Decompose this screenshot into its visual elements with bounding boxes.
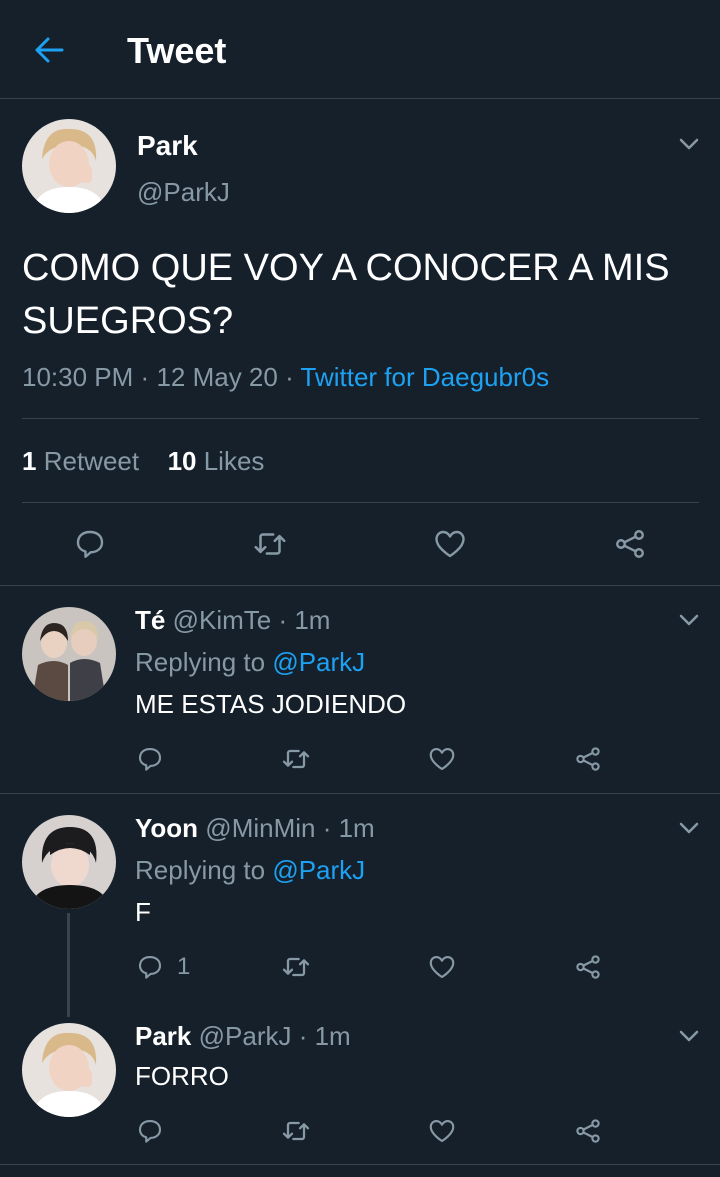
reply-button[interactable] — [130, 947, 170, 987]
reply-count: 1 — [177, 953, 191, 980]
share-icon — [576, 1119, 600, 1143]
more-options-button[interactable] — [678, 133, 700, 155]
comment-icon — [138, 1119, 162, 1143]
heart-icon — [429, 1119, 455, 1143]
avatar[interactable] — [22, 1023, 116, 1117]
tweet-stats: 1 Retweet 10 Likes — [22, 446, 264, 477]
retweet-icon — [282, 957, 310, 977]
replying-to-label: Replying to — [135, 855, 266, 885]
thread-line — [67, 913, 70, 1017]
avatar[interactable] — [22, 815, 116, 909]
chevron-down-icon — [679, 138, 699, 150]
like-button[interactable] — [422, 739, 462, 779]
reply-header: Park @ParkJ · 1m — [135, 1021, 351, 1052]
heart-icon — [435, 530, 465, 558]
header-divider — [0, 98, 720, 99]
back-button[interactable] — [28, 30, 68, 70]
share-icon — [616, 530, 644, 558]
retweet-button[interactable] — [276, 947, 316, 987]
replying-to-link[interactable]: @ParkJ — [272, 855, 365, 885]
chevron-down-icon — [679, 1030, 699, 1042]
reply-header: Té @KimTe · 1m — [135, 605, 330, 636]
comment-icon — [138, 955, 162, 979]
share-button[interactable] — [610, 524, 650, 564]
likes-stat[interactable]: 10 Likes — [168, 446, 265, 476]
share-icon — [576, 955, 600, 979]
share-icon — [576, 747, 600, 771]
page-title: Tweet — [127, 30, 227, 71]
likes-count: 10 — [167, 446, 197, 476]
main-tweet-divider — [0, 585, 720, 586]
tweet-source-link[interactable]: Twitter for Daegubr0s — [301, 362, 550, 392]
meta-divider — [22, 418, 699, 419]
reply-button[interactable] — [70, 524, 110, 564]
reply-author-name[interactable]: Yoon — [135, 813, 198, 843]
heart-icon — [429, 955, 455, 979]
retweet-button[interactable] — [250, 524, 290, 564]
share-button[interactable] — [568, 739, 608, 779]
retweet-stat[interactable]: 1 Retweet — [22, 446, 139, 476]
like-button[interactable] — [422, 1111, 462, 1151]
reply-time: · 1m — [298, 1021, 351, 1051]
avatar[interactable] — [22, 119, 116, 213]
reply-author-name[interactable]: Té — [135, 605, 165, 635]
replying-to: Replying to @ParkJ — [135, 855, 365, 886]
tweet-time: 10:30 PM — [22, 362, 134, 392]
retweet-button[interactable] — [276, 739, 316, 779]
reply-divider — [0, 793, 720, 794]
comment-icon — [76, 530, 104, 558]
comment-icon — [138, 747, 162, 771]
bottom-divider — [0, 1164, 720, 1165]
tweet-text: COMO QUE VOY A CONOCER A MIS SUEGROS? — [22, 247, 670, 342]
like-button[interactable] — [422, 947, 462, 987]
heart-icon — [429, 747, 455, 771]
chevron-down-icon — [679, 822, 699, 834]
reply-time: · 1m — [322, 813, 375, 843]
reply-button[interactable] — [130, 1111, 170, 1151]
retweet-label: Retweet — [43, 446, 140, 476]
retweet-count: 1 — [22, 446, 37, 476]
meta-separator: · — [140, 362, 150, 392]
more-options-button[interactable] — [678, 817, 700, 839]
more-options-button[interactable] — [678, 1025, 700, 1047]
reply-text: ME ESTAS JODIENDO — [135, 689, 407, 719]
avatar[interactable] — [22, 607, 116, 701]
more-options-button[interactable] — [678, 609, 700, 631]
reply-header: Yoon @MinMin · 1m — [135, 813, 375, 844]
retweet-icon — [254, 533, 286, 555]
reply-text: FORRO — [135, 1061, 229, 1091]
share-button[interactable] — [568, 1111, 608, 1151]
reply-author-name[interactable]: Park — [135, 1021, 191, 1051]
likes-label: Likes — [203, 446, 265, 476]
replying-to-link[interactable]: @ParkJ — [272, 647, 365, 677]
reply-author-handle[interactable]: @KimTe — [173, 605, 272, 635]
arrow-left-icon — [35, 37, 64, 63]
reply-time: · 1m — [278, 605, 331, 635]
reply-button[interactable] — [130, 739, 170, 779]
retweet-icon — [282, 1121, 310, 1141]
reply-author-handle[interactable]: @MinMin — [205, 813, 315, 843]
retweet-button[interactable] — [276, 1111, 316, 1151]
reply-author-handle[interactable]: @ParkJ — [199, 1021, 292, 1051]
stats-divider — [22, 502, 699, 503]
chevron-down-icon — [679, 614, 699, 626]
retweet-icon — [282, 749, 310, 769]
tweet-meta: 10:30 PM · 12 May 20 · Twitter for Daegu… — [22, 362, 549, 393]
author-handle[interactable]: @ParkJ — [137, 177, 230, 208]
author-name[interactable]: Park — [137, 130, 198, 162]
replying-to-label: Replying to — [135, 647, 266, 677]
meta-separator: · — [285, 362, 294, 392]
like-button[interactable] — [430, 524, 470, 564]
reply-text: F — [135, 897, 151, 927]
tweet-date: 12 May 20 — [156, 362, 278, 392]
share-button[interactable] — [568, 947, 608, 987]
replying-to: Replying to @ParkJ — [135, 647, 365, 678]
